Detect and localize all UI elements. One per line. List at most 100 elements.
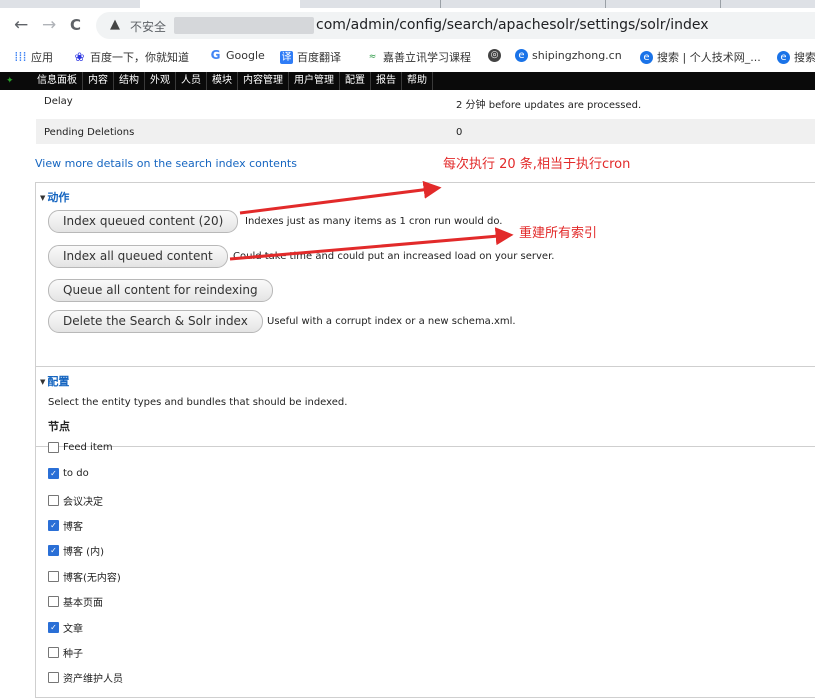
bookmark-label: 百度一下，你就知道 <box>90 51 189 64</box>
index-details-link[interactable]: View more details on the search index co… <box>35 157 297 170</box>
menu-item-user-management[interactable]: 用户管理 <box>289 72 340 90</box>
bundle-checkbox-row[interactable]: 会议决定 <box>48 493 103 508</box>
url-text[interactable]: com/admin/config/search/apachesolr/setti… <box>316 17 709 33</box>
bookmarks-bar: ⁞⁞⁞ 应用 ❀ 百度一下，你就知道 G Google 译 百度翻译 ≈ 嘉善立… <box>0 42 815 73</box>
baidu-paw-icon: ❀ <box>74 49 85 64</box>
forward-arrow-icon[interactable]: → <box>42 17 56 34</box>
menu-item-reports[interactable]: 报告 <box>371 72 402 90</box>
checkbox[interactable] <box>48 571 59 582</box>
bookmark-label: Google <box>226 49 265 62</box>
checkbox-label: 博客(无内容) <box>63 573 121 584</box>
checkbox-label: 文章 <box>63 624 83 635</box>
bookmark-label: 嘉善立讯学习课程 <box>383 51 471 64</box>
index-all-button[interactable]: Index all queued content <box>48 245 228 268</box>
button-description: Indexes just as many items as 1 cron run… <box>245 216 503 227</box>
annotation-note-rebuild: 重建所有索引 <box>519 226 598 241</box>
delete-index-button[interactable]: Delete the Search & Solr index <box>48 310 263 333</box>
menu-item-appearance[interactable]: 外观 <box>145 72 176 90</box>
bundle-checkbox-row[interactable]: ✓ to do <box>48 468 89 479</box>
bundle-checkbox-row[interactable]: ✓ 博客 (内) <box>48 543 104 558</box>
checkbox[interactable] <box>48 442 59 453</box>
checkbox-label: 博客 <box>63 522 83 533</box>
bundle-group-heading: 节点 <box>48 420 70 433</box>
config-fieldset: ▼ 配置 Select the entity types and bundles … <box>35 366 815 698</box>
menu-item-modules[interactable]: 模块 <box>207 72 238 90</box>
checkbox[interactable] <box>48 647 59 658</box>
bundle-checkbox-row[interactable]: 博客(无内容) <box>48 569 121 584</box>
address-bar-row: ← → C ▲ 不安全 com/admin/config/search/apac… <box>0 8 815 42</box>
url-field[interactable]: ▲ 不安全 com/admin/config/search/apachesolr… <box>96 12 815 39</box>
checkbox-label: Feed item <box>63 442 113 453</box>
bundle-checkbox-row[interactable]: 基本页面 <box>48 594 103 609</box>
tab-separator <box>440 0 441 8</box>
active-tab[interactable] <box>140 0 300 8</box>
bookmark-baidu[interactable]: ❀ 百度一下，你就知道 <box>73 49 189 65</box>
bookmark-apps[interactable]: ⁞⁞⁞ 应用 <box>14 49 53 65</box>
bookmark-globe[interactable]: ◎ <box>488 49 501 62</box>
reload-icon[interactable]: C <box>70 17 81 33</box>
page-content: Delay 2 分钟 before updates are processed.… <box>0 90 815 698</box>
menu-item-people[interactable]: 人员 <box>176 72 207 90</box>
checkbox[interactable]: ✓ <box>48 622 59 633</box>
bookmark-search-personal[interactable]: e 搜索 | 个人技术网_... <box>640 49 761 65</box>
security-label[interactable]: 不安全 <box>130 18 166 35</box>
stat-value: 2 分钟 before updates are processed. <box>456 100 642 111</box>
collapse-triangle-icon: ▼ <box>40 194 46 202</box>
edge-blue-icon: e <box>777 50 790 64</box>
bookmark-google[interactable]: G Google <box>209 48 265 63</box>
menu-item-dashboard[interactable]: 信息面板 <box>32 72 83 90</box>
checkbox-label: 博客 (内) <box>63 547 104 558</box>
config-legend[interactable]: ▼ 配置 <box>40 373 69 389</box>
legend-label: 动作 <box>47 191 70 204</box>
bookmark-label: 应用 <box>31 51 53 64</box>
tab-separator <box>720 0 721 8</box>
bookmark-baidu-translate[interactable]: 译 百度翻译 <box>280 49 341 65</box>
actions-legend[interactable]: ▼ 动作 <box>40 189 69 205</box>
checkbox-label: to do <box>63 468 89 479</box>
warning-triangle-icon[interactable]: ▲ <box>110 17 120 32</box>
checkbox-label: 会议决定 <box>63 497 103 508</box>
back-arrow-icon[interactable]: ← <box>14 17 28 34</box>
course-icon: ≈ <box>368 51 377 62</box>
bookmark-label: 搜索 | 个人技术网_... <box>657 51 761 64</box>
google-g-icon: G <box>210 48 221 62</box>
drupal-logo-icon[interactable]: ✦ <box>6 76 20 86</box>
button-description: Could take time and could put an increas… <box>233 251 555 262</box>
bundle-checkbox-row[interactable]: ✓ 文章 <box>48 620 83 635</box>
checkbox-label: 种子 <box>63 649 83 660</box>
index-queued-button[interactable]: Index queued content (20) <box>48 210 239 233</box>
edge-blue-icon: e <box>640 50 653 64</box>
browser-tab-strip <box>0 0 815 8</box>
bookmark-label: 百度翻译 <box>297 51 341 64</box>
legend-label: 配置 <box>47 375 70 388</box>
checkbox[interactable]: ✓ <box>48 520 59 531</box>
menu-item-content[interactable]: 内容 <box>83 72 114 90</box>
bundle-checkbox-row[interactable]: ✓ 博客 <box>48 518 83 533</box>
menu-item-configuration[interactable]: 配置 <box>340 72 371 90</box>
tab-separator <box>605 0 606 8</box>
checkbox-label: 基本页面 <box>63 598 103 609</box>
checkbox[interactable]: ✓ <box>48 545 59 556</box>
checkbox[interactable] <box>48 596 59 607</box>
checkbox[interactable]: ✓ <box>48 468 59 479</box>
checkbox[interactable] <box>48 495 59 506</box>
menu-item-structure[interactable]: 结构 <box>114 72 145 90</box>
checkbox[interactable] <box>48 672 59 683</box>
apps-grid-icon: ⁞⁞⁞ <box>14 49 27 65</box>
menu-item-help[interactable]: 帮助 <box>402 72 433 90</box>
bundle-checkbox-row[interactable]: 资产维护人员 <box>48 670 123 685</box>
redacted-domain <box>174 17 314 34</box>
stat-value: 0 <box>456 127 463 138</box>
bookmark-course[interactable]: ≈ 嘉善立讯学习课程 <box>366 49 471 65</box>
bookmark-label: 搜索 <box>794 51 815 64</box>
globe-icon: ◎ <box>488 49 501 62</box>
bookmark-shipingzhong[interactable]: e shipingzhong.cn <box>515 49 622 62</box>
bundle-checkbox-row[interactable]: Feed item <box>48 442 113 453</box>
queue-reindex-button[interactable]: Queue all content for reindexing <box>48 279 273 302</box>
button-description: Useful with a corrupt index or a new sch… <box>267 316 516 327</box>
checkbox-label: 资产维护人员 <box>63 674 123 685</box>
bookmark-search[interactable]: e 搜索 <box>777 49 815 65</box>
stats-row-delay: Delay 2 分钟 before updates are processed. <box>36 90 815 112</box>
bundle-checkbox-row[interactable]: 种子 <box>48 645 83 660</box>
menu-item-content-management[interactable]: 内容管理 <box>238 72 289 90</box>
